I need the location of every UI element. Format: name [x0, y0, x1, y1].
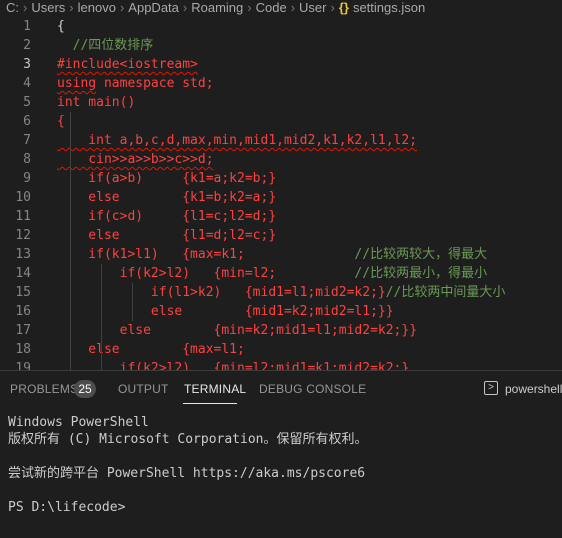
code-text: int main() [57, 95, 136, 110]
code-text: { [57, 19, 65, 34]
code-text: if(k1>l1) {max=k1; //比较两较大，得最大 [57, 247, 488, 262]
code-text: { [57, 114, 65, 129]
chevron-right-icon: › [23, 0, 28, 15]
breadcrumb-item[interactable]: C: [6, 0, 19, 16]
code-line[interactable]: 9 if(a>b) {k1=a;k2=b;} [0, 169, 562, 188]
code-line[interactable]: 3 #include<iostream> [0, 55, 562, 74]
line-number: 1 [23, 19, 31, 34]
code-text: if(k2>l2) {min=l2; //比较两最小，得最小 [57, 266, 488, 281]
line-number: 9 [23, 171, 31, 186]
terminal-output[interactable]: Windows PowerShell 版权所有 (C) Microsoft Cor… [0, 405, 562, 538]
terminal-icon[interactable]: > [484, 381, 498, 395]
code-line[interactable]: 6{ [0, 112, 562, 131]
terminal-shell-selector[interactable]: powershell [505, 382, 562, 396]
terminal-line: Windows PowerShell [8, 415, 149, 430]
line-number: 2 [23, 38, 31, 53]
terminal-prompt: PS D:\lifecode> [8, 500, 126, 515]
json-file-icon: {} [338, 0, 349, 15]
code-text: else {l1=d;l2=c;} [57, 228, 277, 243]
code-text: else {min=k2;mid1=l1;mid2=k2;}} [57, 323, 418, 338]
line-number: 5 [23, 95, 31, 110]
code-text: if(l1>k2) {mid1=l1;mid2=k2;}//比较两中间量大小 [57, 285, 506, 300]
code-text: #include<iostream> [57, 57, 198, 72]
code-text: else {k1=b;k2=a;} [57, 190, 277, 205]
code-line[interactable]: 5 int main() [0, 93, 562, 112]
code-line[interactable]: 11 if(c>d) {l1=c;l2=d;} [0, 207, 562, 226]
tab-debug-console[interactable]: DEBUG CONSOLE [259, 382, 366, 396]
line-number: 6 [23, 114, 31, 129]
breadcrumb-item[interactable]: Users [31, 0, 65, 16]
chevron-right-icon: › [290, 0, 296, 15]
line-number: 17 [15, 323, 31, 338]
code-line[interactable]: 19 if(k2>l2) {min=l2;mid1=k1;mid2=k2;} [0, 359, 562, 370]
code-text: if(k2>l2) {min=l2;mid1=k1;mid2=k2;} [57, 361, 410, 370]
line-number: 14 [15, 266, 31, 281]
active-tab-indicator [183, 403, 237, 404]
line-number: 7 [23, 133, 31, 148]
code-text: cin>>a>>b>>c>>d; [57, 152, 214, 167]
terminal-line: 尝试新的跨平台 PowerShell https://aka.ms/pscore… [8, 466, 366, 481]
chevron-right-icon: › [119, 0, 125, 15]
code-line[interactable]: 16 else {mid1=k2;mid2=l1;}} [0, 302, 562, 321]
line-number: 13 [15, 247, 31, 262]
breadcrumb-item[interactable]: Code [256, 0, 287, 16]
code-editor[interactable]: 1{2 //四位数排序 3 #include<iostream> 4 using nam… [0, 17, 562, 370]
line-number: 10 [15, 190, 31, 205]
code-text: using namespace std; [57, 76, 214, 91]
indent-guide [101, 264, 102, 370]
code-text: int a,b,c,d,max,min,mid1,mid2,k1,k2,l1,l… [57, 133, 418, 148]
indent-guide [132, 283, 133, 321]
code-line[interactable]: 12 else {l1=d;l2=c;} [0, 226, 562, 245]
code-line[interactable]: 14 if(k2>l2) {min=l2; //比较两最小，得最小 [0, 264, 562, 283]
line-number: 19 [15, 361, 31, 370]
panel-tab-bar: PROBLEMS 25 OUTPUT TERMINAL DEBUG CONSOL… [0, 371, 562, 405]
code-line[interactable]: 15 if(l1>k2) {mid1=l1;mid2=k2;}//比较两中间量大… [0, 283, 562, 302]
code-line[interactable]: 17 else {min=k2;mid1=l1;mid2=k2;}} [0, 321, 562, 340]
code-line[interactable]: 2 //四位数排序 [0, 36, 562, 55]
code-text: //四位数排序 [57, 38, 154, 53]
chevron-right-icon: › [182, 0, 188, 15]
breadcrumb-item[interactable]: lenovo [78, 0, 116, 16]
code-line[interactable]: 1{ [0, 17, 562, 36]
code-line[interactable]: 4 using namespace std; [0, 74, 562, 93]
code-line[interactable]: 7 int a,b,c,d,max,min,mid1,mid2,k1,k2,l1… [0, 131, 562, 150]
tab-terminal[interactable]: TERMINAL [184, 382, 246, 396]
chevron-right-icon: › [247, 0, 252, 15]
code-line[interactable]: 18 else {max=l1; [0, 340, 562, 359]
indent-guide [70, 112, 71, 370]
code-text: if(a>b) {k1=a;k2=b;} [57, 171, 277, 186]
chevron-right-icon: › [69, 0, 74, 15]
tab-output[interactable]: OUTPUT [118, 382, 169, 396]
breadcrumb-item[interactable]: AppData [128, 0, 179, 16]
code-text: else {max=l1; [57, 342, 245, 357]
line-number: 4 [23, 76, 31, 91]
line-number: 12 [15, 228, 31, 243]
breadcrumb: C: › Users › lenovo › AppData › Roaming › Code › Use… [0, 0, 562, 16]
line-number: 3 [23, 57, 31, 72]
chevron-right-icon: › [330, 0, 335, 15]
code-line[interactable]: 10 else {k1=b;k2=a;} [0, 188, 562, 207]
code-line[interactable]: 8 cin>>a>>b>>c>>d; [0, 150, 562, 169]
line-number: 15 [15, 285, 31, 300]
breadcrumb-item[interactable]: Roaming [191, 0, 243, 16]
code-line[interactable]: 13 if(k1>l1) {max=k1; //比较两较大，得最大 [0, 245, 562, 264]
breadcrumb-item[interactable]: User [299, 0, 326, 16]
line-number: 16 [15, 304, 31, 319]
code-text: if(c>d) {l1=c;l2=d;} [57, 209, 277, 224]
code-text: else {mid1=k2;mid2=l1;}} [57, 304, 394, 319]
tab-problems[interactable]: PROBLEMS [10, 382, 78, 396]
problems-count-badge: 25 [74, 380, 96, 398]
terminal-line: 版权所有 (C) Microsoft Corporation。保留所有权利。 [8, 432, 368, 447]
line-number: 18 [15, 342, 31, 357]
breadcrumb-file-name[interactable]: settings.json [353, 0, 425, 16]
line-number: 8 [23, 152, 31, 167]
line-number: 11 [15, 209, 31, 224]
